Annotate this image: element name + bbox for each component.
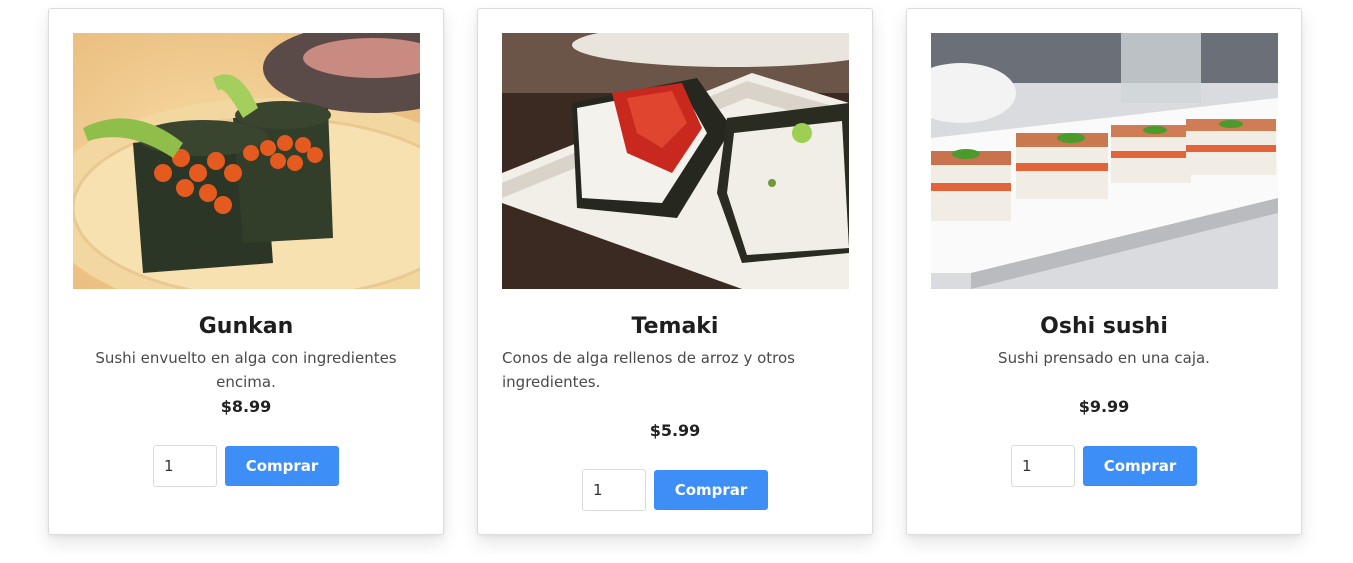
product-title: Temaki bbox=[631, 314, 719, 339]
gunkan-image bbox=[73, 33, 420, 289]
buy-button[interactable]: Comprar bbox=[654, 470, 768, 510]
product-card-oshi-sushi: Oshi sushi Sushi prensado en una caja. $… bbox=[906, 8, 1302, 535]
product-card-temaki: Temaki Conos de alga rellenos de arroz y… bbox=[477, 8, 873, 535]
buy-row: Comprar bbox=[49, 445, 443, 487]
product-description: Sushi prensado en una caja. bbox=[998, 349, 1210, 367]
product-price: $9.99 bbox=[1078, 397, 1130, 416]
product-grid: Gunkan Sushi envuelto en alga con ingred… bbox=[0, 0, 1353, 563]
product-card-gunkan: Gunkan Sushi envuelto en alga con ingred… bbox=[48, 8, 444, 535]
temaki-image bbox=[502, 33, 849, 289]
product-price: $8.99 bbox=[220, 397, 272, 416]
buy-row: Comprar bbox=[478, 469, 872, 511]
buy-row: Comprar bbox=[907, 445, 1301, 487]
product-title: Oshi sushi bbox=[1040, 314, 1168, 339]
product-price: $5.99 bbox=[649, 421, 701, 440]
buy-button[interactable]: Comprar bbox=[225, 446, 339, 486]
product-description: Sushi envuelto en alga con ingredientes … bbox=[95, 349, 397, 391]
oshi-sushi-image bbox=[931, 33, 1278, 289]
quantity-input[interactable] bbox=[582, 469, 646, 511]
quantity-input[interactable] bbox=[153, 445, 217, 487]
product-description: Conos de alga rellenos de arroz y otros … bbox=[502, 349, 795, 391]
buy-button[interactable]: Comprar bbox=[1083, 446, 1197, 486]
quantity-input[interactable] bbox=[1011, 445, 1075, 487]
product-title: Gunkan bbox=[198, 314, 294, 339]
